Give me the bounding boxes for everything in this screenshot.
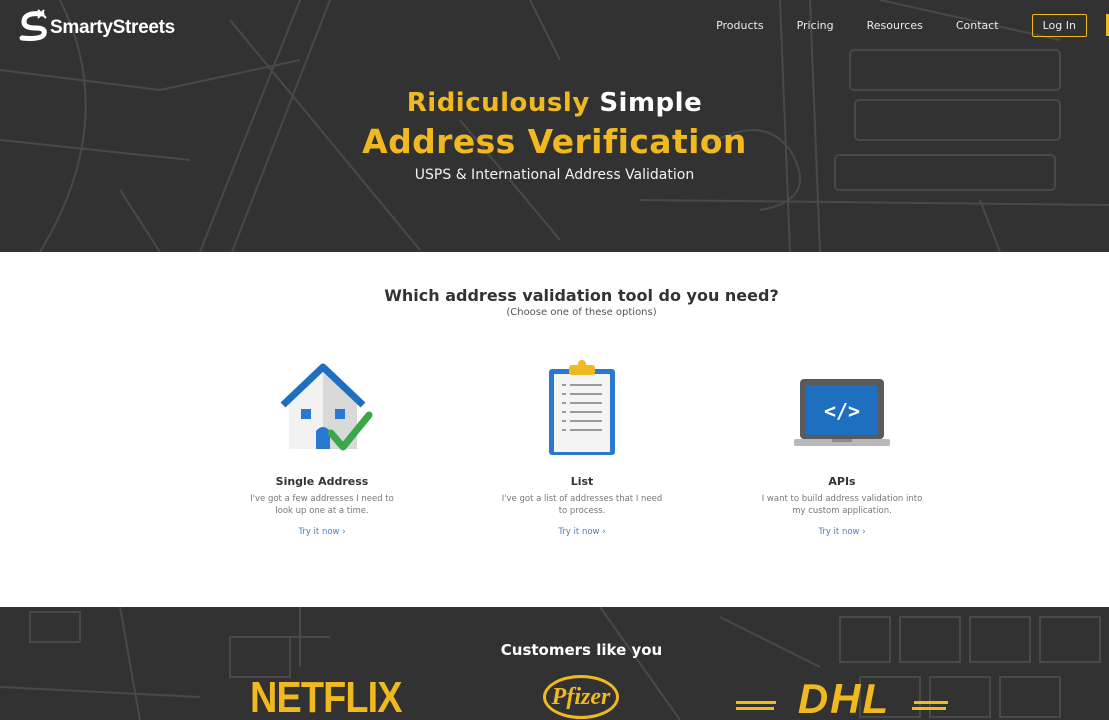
- card-icon-wrap: [492, 347, 672, 457]
- dhl-logo: DHL: [736, 675, 948, 720]
- try-it-now-link[interactable]: Try it now ›: [818, 527, 865, 537]
- top-nav: Products Pricing Resources Contact Log I…: [683, 14, 1087, 37]
- card-title: APIs: [828, 475, 856, 488]
- svg-text:</>: </>: [824, 399, 860, 423]
- nav-products[interactable]: Products: [716, 19, 764, 32]
- customers-section: Customers like you NETFLIX Pfizer DHL: [0, 607, 1109, 720]
- clipboard-list-icon: [549, 360, 615, 455]
- pfizer-logo: Pfizer: [543, 675, 619, 719]
- card-description: I want to build address validation into …: [761, 494, 923, 516]
- nav-pricing[interactable]: Pricing: [797, 19, 834, 32]
- svg-text:DHL: DHL: [798, 677, 890, 720]
- try-it-now-link[interactable]: Try it now ›: [558, 527, 605, 537]
- card-icon-wrap: [232, 347, 412, 457]
- card-title: Single Address: [275, 475, 369, 488]
- card-description: I've got a few addresses I need to look …: [250, 494, 394, 516]
- customers-title: Customers like you: [500, 641, 663, 659]
- headline-word-simple: Simple: [599, 88, 703, 118]
- netflix-logo: NETFLIX: [250, 673, 403, 720]
- tool-question: Which address validation tool do you nee…: [384, 286, 779, 305]
- card-single-address[interactable]: Single Address I've got a few addresses …: [232, 347, 412, 539]
- try-it-now-link[interactable]: Try it now ›: [298, 527, 345, 537]
- hero-section: SmartyStreets Products Pricing Resources…: [0, 0, 1109, 252]
- brand-name: SmartyStreets: [50, 17, 175, 38]
- dhl-logo-mark: DHL: [736, 675, 948, 720]
- nav-resources[interactable]: Resources: [867, 19, 923, 32]
- login-button[interactable]: Log In: [1031, 14, 1087, 37]
- hero-headline: Ridiculously Simple Address Verification…: [0, 88, 1109, 183]
- tool-subtitle: (Choose one of these options): [506, 307, 657, 318]
- card-apis[interactable]: </> APIs I want to build address validat…: [752, 347, 932, 539]
- house-check-icon: [280, 363, 373, 451]
- headline-line-2: Address Verification: [362, 122, 747, 161]
- headline-word-ridiculously: Ridiculously: [406, 88, 590, 118]
- card-description: I've got a list of addresses that I need…: [501, 494, 663, 516]
- headline-line-1: Ridiculously Simple: [0, 88, 1109, 118]
- tool-chooser-section: Which address validation tool do you nee…: [0, 252, 1109, 607]
- nav-contact[interactable]: Contact: [956, 19, 999, 32]
- smartystreets-logo[interactable]: SmartyStreets: [16, 8, 175, 44]
- laptop-code-icon: </>: [794, 379, 890, 446]
- card-list[interactable]: List I've got a list of addresses that I…: [492, 347, 672, 539]
- card-title: List: [570, 475, 594, 488]
- hero-tagline: USPS & International Address Validation: [414, 167, 695, 183]
- card-icon-wrap: </>: [752, 347, 932, 457]
